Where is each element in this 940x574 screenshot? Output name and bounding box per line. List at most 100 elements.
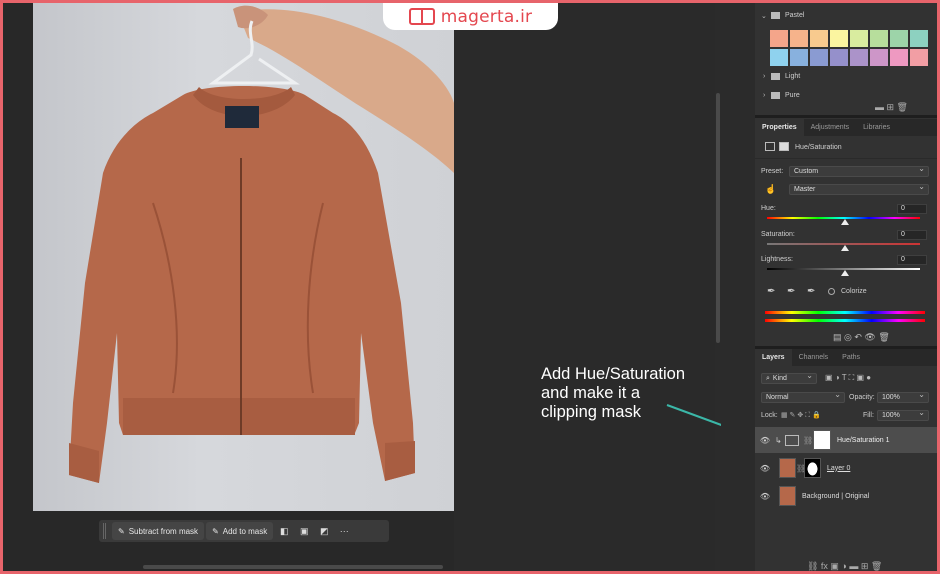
- color-swatch[interactable]: [850, 30, 868, 47]
- tab-libraries[interactable]: Libraries: [856, 119, 897, 136]
- photoshop-window: ✎ Subtract from mask ✎ Add to mask ◧ ▣ ◩…: [3, 3, 937, 571]
- fill-label: Fill:: [863, 412, 874, 419]
- layer-thumbnail[interactable]: [779, 458, 796, 478]
- fill-mask-icon[interactable]: ◩: [315, 522, 333, 540]
- color-swatch[interactable]: [810, 30, 828, 47]
- contextual-task-bar: ✎ Subtract from mask ✎ Add to mask ◧ ▣ ◩…: [99, 520, 389, 542]
- swatch-row-1: [770, 30, 928, 47]
- chevron-down-icon[interactable]: ⌄: [761, 12, 767, 20]
- eyedropper-icon[interactable]: ✒: [767, 286, 775, 297]
- color-swatch[interactable]: [790, 49, 808, 66]
- layers-footer-icons[interactable]: ⛓ fx ▣ ◑ ▬ ⊞ 🗑: [807, 561, 882, 571]
- more-options-button[interactable]: ···: [335, 522, 353, 540]
- mask-icon[interactable]: [779, 142, 789, 151]
- color-swatch[interactable]: [910, 30, 928, 47]
- color-swatch[interactable]: [790, 30, 808, 47]
- add-label: Add to mask: [222, 526, 268, 536]
- color-swatch[interactable]: [810, 49, 828, 66]
- visibility-eye-icon[interactable]: 👁: [755, 464, 775, 473]
- swatch-group-light[interactable]: Light: [785, 73, 800, 80]
- mask-settings-icon[interactable]: ▣: [295, 522, 313, 540]
- eyedropper-plus-icon[interactable]: ✒: [787, 286, 795, 297]
- layer-filter-dropdown[interactable]: ⌕ Kind: [761, 371, 817, 384]
- swatch-group-pastel[interactable]: Pastel: [785, 12, 804, 19]
- color-swatch[interactable]: [830, 49, 848, 66]
- layer-name[interactable]: Layer 0: [827, 465, 850, 472]
- color-swatch[interactable]: [770, 49, 788, 66]
- properties-footer-icons[interactable]: ▤ ◎ ↶ 👁 🗑: [833, 332, 890, 343]
- scroll-thumb[interactable]: [716, 93, 720, 343]
- brush-minus-icon: ✎: [118, 526, 125, 536]
- channel-dropdown[interactable]: Master: [789, 182, 929, 195]
- color-swatch[interactable]: [890, 49, 908, 66]
- visibility-eye-icon[interactable]: 👁: [755, 492, 775, 501]
- swatch-footer-icons[interactable]: ▬ ⊞ 🗑: [875, 102, 908, 113]
- hue-slider-knob[interactable]: [841, 219, 849, 225]
- folder-icon: [771, 73, 780, 80]
- lightness-slider-knob[interactable]: [841, 270, 849, 276]
- layer-row-hue-saturation[interactable]: 👁 ↳ ⛓ Hue/Saturation 1: [755, 427, 937, 453]
- saturation-input[interactable]: 0: [897, 230, 927, 240]
- right-panels: ⌄ Pastel › Light › Pure ▬ ⊞ 🗑 Properties…: [755, 3, 937, 571]
- layer-mask-thumbnail[interactable]: [813, 430, 831, 450]
- color-swatch[interactable]: [770, 30, 788, 47]
- colorize-checkbox[interactable]: [828, 288, 835, 295]
- layer-name[interactable]: Hue/Saturation 1: [837, 437, 890, 444]
- visibility-eye-icon[interactable]: 👁: [755, 436, 775, 445]
- logo-text: magerta.ir: [440, 6, 533, 27]
- hue-input[interactable]: 0: [897, 204, 927, 214]
- hue-spectrum-bar: [765, 311, 925, 314]
- opacity-input[interactable]: 100%: [877, 390, 929, 403]
- preset-label: Preset:: [761, 168, 784, 175]
- hand-tool-icon[interactable]: ☝: [765, 184, 776, 195]
- tab-paths[interactable]: Paths: [835, 349, 867, 366]
- layer-filter-icons[interactable]: ▣ ◑ T ⛶ ▣ ●: [825, 373, 871, 383]
- layer-mask-thumbnail[interactable]: [804, 458, 821, 478]
- layer-row-background[interactable]: 👁 Background | Original: [755, 483, 937, 509]
- color-swatch[interactable]: [910, 49, 928, 66]
- lightness-input[interactable]: 0: [897, 255, 927, 265]
- annotation-line-1: Add Hue/Saturation: [541, 365, 686, 383]
- tab-properties[interactable]: Properties: [755, 119, 804, 136]
- document-canvas[interactable]: ✎ Subtract from mask ✎ Add to mask ◧ ▣ ◩…: [3, 3, 719, 571]
- horizontal-scrollbar[interactable]: [143, 565, 443, 569]
- lock-icons[interactable]: ▦ ✎ ✥ ⛶ 🔒: [781, 411, 821, 420]
- chevron-right-icon[interactable]: ›: [763, 73, 765, 80]
- hue-label: Hue:: [761, 205, 776, 212]
- preset-dropdown[interactable]: Custom: [789, 164, 929, 177]
- blend-mode-dropdown[interactable]: Normal: [761, 390, 845, 403]
- search-icon: ⌕: [766, 374, 770, 382]
- layer-name[interactable]: Background | Original: [802, 493, 869, 500]
- fill-input[interactable]: 100%: [877, 408, 929, 421]
- drag-grip-icon[interactable]: [103, 523, 106, 539]
- layer-row-layer-0[interactable]: 👁 ⛓ Layer 0: [755, 455, 937, 481]
- tab-channels[interactable]: Channels: [792, 349, 836, 366]
- color-swatch[interactable]: [830, 30, 848, 47]
- saturation-slider-knob[interactable]: [841, 245, 849, 251]
- lock-label: Lock:: [761, 412, 778, 419]
- panel-divider: [755, 158, 937, 159]
- color-swatch[interactable]: [870, 49, 888, 66]
- adjustment-layer-icon: [785, 434, 799, 446]
- swatch-group-pure[interactable]: Pure: [785, 92, 800, 99]
- tab-adjustments[interactable]: Adjustments: [804, 119, 857, 136]
- properties-tabs: Properties Adjustments Libraries: [755, 119, 937, 136]
- color-swatch[interactable]: [850, 49, 868, 66]
- opacity-label: Opacity:: [849, 394, 875, 401]
- color-swatch[interactable]: [870, 30, 888, 47]
- invert-mask-icon[interactable]: ◧: [275, 522, 293, 540]
- adjustment-icon: [765, 142, 775, 151]
- properties-title: Hue/Saturation: [795, 144, 842, 151]
- chevron-right-icon[interactable]: ›: [763, 92, 765, 99]
- eyedropper-minus-icon[interactable]: ✒: [807, 286, 815, 297]
- color-swatch[interactable]: [890, 30, 908, 47]
- tab-layers[interactable]: Layers: [755, 349, 792, 366]
- book-icon: [408, 8, 435, 25]
- layer-thumbnail[interactable]: [779, 486, 796, 506]
- folder-icon: [771, 12, 780, 19]
- subtract-from-mask-button[interactable]: ✎ Subtract from mask: [112, 522, 205, 540]
- add-to-mask-button[interactable]: ✎ Add to mask: [206, 522, 274, 540]
- link-icon: ⛓: [803, 435, 814, 445]
- colorize-label: Colorize: [841, 288, 867, 295]
- hue-spectrum-result-bar: [765, 319, 925, 322]
